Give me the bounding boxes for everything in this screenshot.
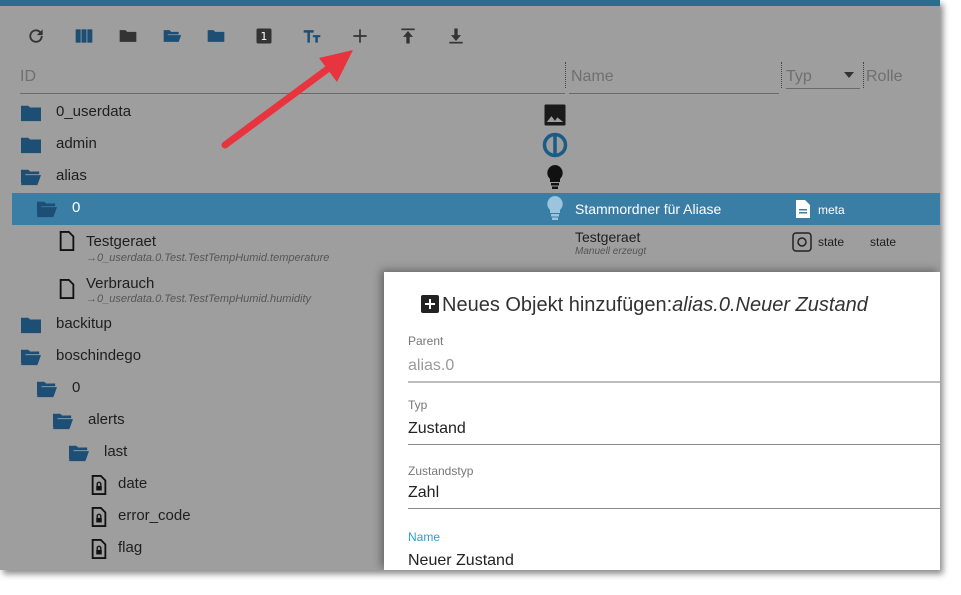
- expand-all-button[interactable]: [160, 24, 184, 48]
- folder-icon: [21, 137, 41, 154]
- counter-badge-label: 1: [261, 30, 268, 43]
- column-header-role-label: Rolle: [866, 68, 903, 85]
- folder-icon: [21, 317, 41, 334]
- download-icon: [449, 28, 463, 44]
- tree-row-alias-0[interactable]: 0 Stammordner für Aliase meta: [12, 193, 940, 225]
- alias-target: →0_userdata.0.Test.TestTempHumid.tempera…: [86, 252, 330, 264]
- add-box-icon: [421, 295, 439, 313]
- dialog-title: Neues Objekt hinzufügen:alias.0.Neuer Zu…: [442, 294, 868, 317]
- statetype-label: Zustandstyp: [408, 464, 474, 478]
- tree-row-label: 0: [72, 379, 81, 396]
- type-underline: [408, 444, 940, 445]
- alias-target: →0_userdata.0.Test.TestTempHumid.humidit…: [86, 293, 312, 305]
- counter-badge-icon: 1: [256, 28, 272, 44]
- lightbulb-icon: [547, 165, 563, 189]
- columns-icon: [75, 29, 93, 43]
- upload-button[interactable]: [396, 24, 420, 48]
- add-icon: [353, 29, 367, 43]
- locked-file-icon: [91, 507, 107, 527]
- column-header-type-label: Typ: [786, 68, 812, 85]
- type-label: Typ: [408, 398, 428, 412]
- add-object-button[interactable]: [348, 24, 372, 48]
- tree-row-label: admin: [56, 135, 97, 152]
- document-icon: [796, 200, 810, 218]
- toolbar: 1: [0, 18, 940, 52]
- text-size-icon: [303, 30, 321, 43]
- iobroker-logo-icon: [542, 132, 568, 158]
- image-icon: [544, 104, 566, 126]
- tree-row-label: date: [118, 475, 148, 492]
- tree-row-0_userdata[interactable]: 0_userdata: [0, 97, 940, 129]
- tree-row-label: boschindego: [56, 347, 142, 364]
- tree-row-label: last: [104, 443, 128, 460]
- column-header-name-label: Name: [571, 68, 614, 85]
- column-header-id-label: ID: [20, 68, 36, 85]
- folder-open-icon: [163, 30, 182, 42]
- tree-row-label: backitup: [56, 315, 112, 332]
- parent-field: alias.0: [408, 357, 455, 374]
- folder-open-icon: [37, 201, 57, 218]
- lightbulb-icon: [547, 196, 563, 220]
- object-browser-screen: 1 ID Name Typ Rolle 0_userdata admin ali…: [0, 0, 940, 570]
- refresh-icon: [29, 29, 43, 43]
- tree-row-alias[interactable]: alias: [0, 161, 940, 193]
- folder-open-icon: [53, 413, 73, 430]
- tree-row-testgeraet[interactable]: Testgeraet →0_userdata.0.Test.TestTempHu…: [0, 225, 940, 271]
- object-role: state: [870, 235, 897, 249]
- column-header-type-filter[interactable]: Typ: [786, 62, 860, 89]
- tree-row-admin[interactable]: admin: [0, 129, 940, 161]
- header-underline: [20, 93, 565, 94]
- name-label: Name: [408, 530, 441, 544]
- tree-row-label: alias: [56, 167, 87, 184]
- state-icon: [792, 232, 812, 252]
- chevron-down-icon: [844, 72, 854, 78]
- tree-row-label: alerts: [88, 411, 125, 428]
- statetype-select[interactable]: Zahl: [408, 484, 439, 502]
- collapse-all-button[interactable]: [116, 24, 140, 48]
- expand-one-button[interactable]: [204, 24, 228, 48]
- folder-open-icon: [69, 445, 89, 462]
- tree-row-label: Verbrauch: [86, 275, 155, 292]
- text-size-button[interactable]: [300, 24, 324, 48]
- type-select[interactable]: Zustand: [408, 420, 466, 438]
- tree-row-label: Testgeraet: [86, 233, 157, 250]
- tree-row-label: error_code: [118, 507, 191, 524]
- column-separator[interactable]: [863, 62, 865, 88]
- folder-closed-icon: [119, 30, 137, 42]
- locked-file-icon: [91, 475, 107, 495]
- column-separator[interactable]: [781, 62, 783, 88]
- folder-icon: [207, 30, 225, 42]
- file-icon: [59, 231, 75, 251]
- upload-icon: [401, 28, 415, 44]
- counter-badge-button[interactable]: 1: [252, 24, 276, 48]
- top-bar: [0, 0, 940, 6]
- refresh-button[interactable]: [24, 24, 48, 48]
- object-description: Manuell erzeugt: [575, 246, 647, 257]
- object-name: Testgeraet: [575, 229, 641, 245]
- statetype-underline: [408, 508, 940, 509]
- object-name: Stammordner für Aliase: [575, 201, 722, 217]
- parent-label: Parent: [408, 334, 444, 348]
- name-input[interactable]: Neuer Zustand: [408, 552, 514, 570]
- tree-row-label: 0: [72, 199, 81, 216]
- file-icon: [59, 279, 75, 299]
- columns-button[interactable]: [72, 24, 96, 48]
- dialog-title-path: alias.0.Neuer Zustand: [672, 294, 868, 316]
- column-separator[interactable]: [565, 62, 567, 88]
- folder-open-icon: [37, 381, 57, 398]
- folder-open-icon: [21, 349, 41, 366]
- parent-underline: [408, 381, 940, 383]
- download-button[interactable]: [444, 24, 468, 48]
- object-type: meta: [818, 203, 845, 217]
- tree-row-label: 0_userdata: [56, 103, 132, 120]
- folder-icon: [21, 105, 41, 122]
- tree-row-label: flag: [118, 539, 143, 556]
- dialog-title-prefix: Neues Objekt hinzufügen:: [442, 294, 673, 316]
- add-object-dialog: Neues Objekt hinzufügen:alias.0.Neuer Zu…: [384, 272, 940, 570]
- locked-file-icon: [91, 539, 107, 559]
- object-type: state: [818, 235, 845, 249]
- header-underline: [569, 93, 779, 94]
- folder-open-icon: [21, 169, 41, 186]
